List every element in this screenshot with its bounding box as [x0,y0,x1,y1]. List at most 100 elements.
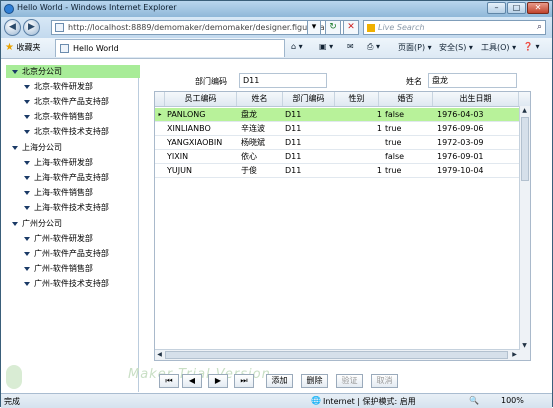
prev-page-button[interactable]: ◀ [182,374,202,388]
column-header[interactable]: 出生日期 [433,92,519,106]
column-header[interactable]: 姓名 [237,92,283,106]
close-button[interactable]: ✕ [527,2,549,14]
table-row[interactable]: YUJUN 于俊 D11 1 true 1979-10-04 [155,164,519,178]
cell-married: true [385,166,402,175]
help-menu[interactable]: ❓ ▾ [523,42,540,51]
tree-arrow-icon [24,84,30,89]
dept-code-input[interactable]: D11 [239,73,327,88]
table-row[interactable]: YIXIN 依心 D11 false 1976-09-01 [155,150,519,164]
home-button[interactable]: ⌂ ▾ [291,42,303,51]
tree-node-label: 广州-软件研发部 [34,234,93,243]
cell-name: 杨晓斌 [241,138,265,147]
tree-arrow-icon [24,175,30,180]
column-header[interactable]: 性别 [335,92,379,106]
favorites-label: 收藏夹 [16,43,41,52]
tab-hello-world[interactable]: Hello World [55,39,285,57]
tree-node-label: 广州-软件产品支持部 [34,249,109,258]
live-search-icon [367,24,375,32]
scroll-left-icon[interactable]: ◀ [155,350,164,359]
last-page-button[interactable]: ⏭ [234,374,254,388]
forward-button[interactable]: ▶ [23,19,40,36]
print-button[interactable]: ⎙ ▾ [367,42,380,52]
cell-gender: 1 [376,110,382,119]
mail-button[interactable]: ✉ [347,42,354,51]
tree-node[interactable]: 上海-软件销售部 [24,186,93,199]
cell-gender [337,136,382,149]
scroll-right-icon[interactable]: ▶ [510,350,519,359]
name-input[interactable]: 盘龙 [428,73,517,88]
table-row[interactable]: YANGXIAOBIN 杨晓斌 D11 true 1972-03-09 [155,136,519,150]
back-button[interactable]: ◀ [4,19,21,36]
cell-dept: D11 [285,124,302,133]
safety-menu[interactable]: 安全(S) ▾ [439,42,473,53]
search-box[interactable]: Live Search ⌕ [363,20,546,35]
tools-menu[interactable]: 工具(O) ▾ [481,42,516,53]
stop-button[interactable]: ✕ [343,20,359,35]
cell-code: PANLONG [167,110,206,119]
column-header[interactable]: 员工编码 [165,92,237,106]
title-bar: Hello World - Windows Internet Explorer … [1,1,552,17]
tree-node[interactable]: 上海-软件技术支持部 [24,201,109,214]
search-icon[interactable]: ⌕ [537,22,542,32]
scroll-thumb[interactable] [165,351,508,359]
vertical-scrollbar[interactable]: ▲ ▼ [519,106,530,360]
tree-arrow-icon [24,236,30,241]
table-row[interactable]: XINLIANBO 辛连波 D11 1 true 1976-09-06 [155,122,519,136]
tree-node[interactable]: 广州-软件技术支持部 [24,277,109,290]
tree-node[interactable]: 北京-软件产品支持部 [24,95,109,108]
tree-node-shanghai[interactable]: 上海分公司 [12,141,62,154]
favorites-button[interactable]: ★ 收藏夹 [5,42,41,53]
cell-code: XINLIANBO [167,124,211,133]
validate-button[interactable]: 验证 [336,374,363,388]
first-page-button[interactable]: ⏮ [159,374,179,388]
table-row[interactable]: ▸ PANLONG 盘龙 D11 1 false 1976-04-03 [155,108,519,122]
expand-arrow-icon [12,145,18,150]
watermark-logo [6,365,22,389]
tree-node[interactable]: 广州-软件销售部 [24,262,93,275]
column-header[interactable]: 婚否 [379,92,433,106]
page-icon [55,23,64,32]
tree-node-label: 上海-软件销售部 [34,188,93,197]
zoom-level[interactable]: 100% [501,396,524,405]
cell-married: false [385,152,405,161]
refresh-button[interactable]: ↻ [325,20,341,35]
scroll-thumb[interactable] [521,117,529,181]
navigation-bar: ◀ ▶ http://localhost:8889/demomaker/demo… [1,17,552,38]
tree-arrow-icon [24,266,30,271]
tree-node[interactable]: 北京-软件技术支持部 [24,125,109,138]
minimize-button[interactable]: – [487,2,506,14]
address-dropdown-button[interactable]: ▾ [307,20,321,35]
maximize-button[interactable]: □ [507,2,526,14]
add-button[interactable]: 添加 [266,374,293,388]
dept-code-label: 部门编码 [195,77,227,86]
scroll-up-icon[interactable]: ▲ [520,106,529,115]
cell-birth: 1972-03-09 [437,138,484,147]
tree-node[interactable]: 广州-软件产品支持部 [24,247,109,260]
cell-birth: 1976-09-06 [437,124,484,133]
window-title: Hello World - Windows Internet Explorer [17,3,177,12]
scroll-down-icon[interactable]: ▼ [520,341,529,350]
horizontal-scrollbar[interactable]: ◀ ▶ [155,349,520,360]
delete-button[interactable]: 删除 [301,374,328,388]
page-menu[interactable]: 页面(P) ▾ [398,42,432,53]
tab-page-icon [60,44,69,53]
tree-node[interactable]: 广州-软件研发部 [24,232,93,245]
cell-married: true [385,138,402,147]
cancel-button[interactable]: 取消 [371,374,398,388]
tree-node[interactable]: 北京-软件销售部 [24,110,93,123]
tree-node[interactable]: 上海-软件产品支持部 [24,171,109,184]
tree-arrow-icon [24,205,30,210]
tree-node[interactable]: 上海-软件研发部 [24,156,93,169]
tree-node-beijing[interactable]: 北京分公司 [6,65,140,78]
feeds-button[interactable]: ▣ ▾ [319,42,333,51]
zoom-icon[interactable]: 🔍 [469,396,479,405]
tree-arrow-icon [24,160,30,165]
expand-arrow-icon [12,69,18,74]
cell-birth: 1976-04-03 [437,110,484,119]
column-header[interactable]: 部门编码 [283,92,335,106]
tree-arrow-icon [24,281,30,286]
next-page-button[interactable]: ▶ [208,374,228,388]
name-label: 姓名 [406,77,422,86]
tree-node[interactable]: 北京-软件研发部 [24,80,93,93]
tree-node-guangzhou[interactable]: 广州分公司 [12,217,62,230]
